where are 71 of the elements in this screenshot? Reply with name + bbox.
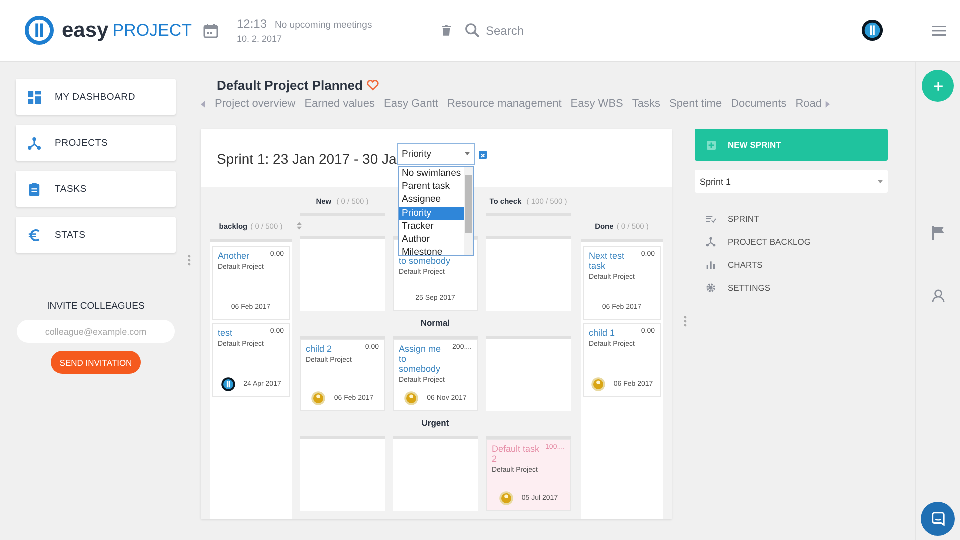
- sidebar-item[interactable]: TASKS: [16, 171, 176, 207]
- sort-icon[interactable]: [297, 222, 302, 230]
- heart-icon[interactable]: [366, 80, 379, 91]
- sidebar-item[interactable]: PROJECTS: [16, 125, 176, 161]
- task-title[interactable]: Assign me to somebody: [399, 344, 450, 374]
- task-title[interactable]: to somebody: [399, 256, 451, 266]
- avatar-icon: [404, 390, 420, 406]
- meetings-note: No upcoming meetings: [275, 20, 372, 31]
- avatar-icon: [220, 376, 236, 392]
- calendar-close-icon[interactable]: [479, 151, 487, 159]
- drag-handle-icon[interactable]: [188, 255, 191, 266]
- swimlane-select[interactable]: Priority: [397, 143, 475, 165]
- sprint-menu-item[interactable]: SPRINT: [706, 214, 888, 224]
- avatar-icon: [590, 376, 606, 392]
- clock-time: 12:13: [237, 17, 268, 31]
- calendar-icon[interactable]: [203, 22, 219, 38]
- avatar-icon: [311, 390, 326, 406]
- dropdown-option[interactable]: Milestone: [399, 246, 464, 255]
- plus-square-icon: [707, 140, 716, 150]
- scrollbar[interactable]: [464, 167, 473, 255]
- user-icon[interactable]: [932, 289, 944, 303]
- dropdown-option[interactable]: Parent task: [399, 180, 464, 194]
- user-avatar-icon[interactable]: [861, 19, 884, 42]
- dashboard-icon: [28, 90, 41, 104]
- scroll-left-icon[interactable]: [201, 100, 206, 108]
- task-title[interactable]: Next test task: [589, 251, 638, 271]
- chat-button[interactable]: [921, 502, 955, 536]
- menu-icon[interactable]: [932, 26, 946, 36]
- task-title[interactable]: child 1: [589, 328, 616, 338]
- email-field[interactable]: colleague@example.com: [17, 320, 175, 343]
- sprint-menu-item[interactable]: SETTINGS: [706, 283, 888, 293]
- task-title[interactable]: Another: [218, 251, 250, 261]
- avatar-icon: [498, 490, 514, 506]
- scroll-right-icon[interactable]: [825, 100, 830, 108]
- sidebar-item[interactable]: MY DASHBOARD: [16, 79, 176, 115]
- sprint-menu-item[interactable]: PROJECT BACKLOG: [706, 237, 888, 247]
- dropdown-option[interactable]: No swimlanes: [399, 167, 464, 180]
- add-button[interactable]: [922, 70, 954, 102]
- brand-name-suffix: PROJECT: [112, 20, 192, 40]
- plus-icon: [932, 80, 944, 92]
- sidebar-item[interactable]: STATS: [16, 217, 176, 253]
- clipboard-icon: [28, 182, 41, 196]
- swimlane-name: Normal: [420, 317, 452, 330]
- sprint-title: Sprint 1: 23 Jan 2017 - 30 Ja: [217, 151, 397, 167]
- search-icon[interactable]: [465, 23, 480, 38]
- dropdown-option[interactable]: Tracker: [399, 220, 464, 234]
- chat-icon: [930, 512, 946, 526]
- hierarchy-icon: [28, 136, 41, 150]
- settings-icon: [706, 283, 716, 293]
- swimlane-name: Urgent: [420, 417, 450, 430]
- dropdown-option[interactable]: Assignee: [399, 193, 464, 207]
- sprint-select[interactable]: Sprint 1: [695, 170, 888, 193]
- euro-icon: [28, 228, 41, 242]
- caret-icon: [878, 180, 883, 184]
- invite-title: INVITE COLLEAGUES: [47, 301, 145, 312]
- list-check-icon: [706, 214, 716, 224]
- dropdown-option[interactable]: Priority: [399, 206, 464, 220]
- task-title[interactable]: test: [218, 328, 233, 338]
- clock-date: 10. 2. 2017: [237, 34, 284, 44]
- bar-chart-icon: [706, 260, 716, 270]
- brand-name: easy: [62, 18, 109, 42]
- trash-icon[interactable]: [442, 25, 451, 36]
- logo-icon: [25, 16, 54, 45]
- drag-handle-icon[interactable]: [684, 316, 687, 327]
- search-field[interactable]: Search: [486, 24, 606, 38]
- task-title[interactable]: child 2: [306, 344, 332, 354]
- caret-icon: [465, 152, 470, 156]
- sprint-menu-item[interactable]: CHARTS: [706, 260, 888, 270]
- hierarchy-icon: [706, 237, 716, 247]
- flag-icon[interactable]: [932, 226, 944, 240]
- project-title: Default Project Planned: [217, 78, 363, 93]
